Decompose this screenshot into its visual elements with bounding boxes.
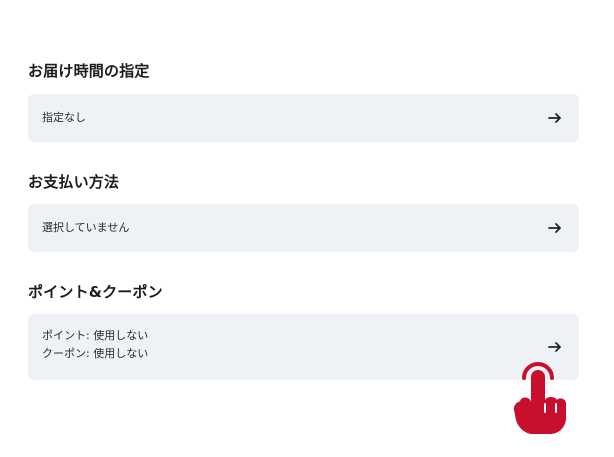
payment-heading: お支払い方法 xyxy=(28,173,120,191)
coupons-usage-text: クーポン: 使用しない xyxy=(42,347,149,360)
points-coupons-row[interactable]: ポイント: 使用しない クーポン: 使用しない xyxy=(28,314,579,380)
checkout-options-page: お届け時間の指定 指定なし お支払い方法 選択していません ポイント&クーポン … xyxy=(0,0,614,457)
payment-row[interactable]: 選択していません xyxy=(28,204,579,252)
tap-hand-icon xyxy=(512,358,568,436)
delivery-time-value: 指定なし xyxy=(42,111,86,124)
arrow-right-icon xyxy=(547,110,563,126)
payment-value: 選択していません xyxy=(42,221,130,234)
points-coupons-heading: ポイント&クーポン xyxy=(28,283,163,301)
arrow-right-icon xyxy=(547,220,563,236)
points-usage-text: ポイント: 使用しない xyxy=(42,329,149,342)
delivery-time-heading: お届け時間の指定 xyxy=(28,62,150,80)
arrow-right-icon xyxy=(547,339,563,355)
delivery-time-row[interactable]: 指定なし xyxy=(28,94,579,142)
